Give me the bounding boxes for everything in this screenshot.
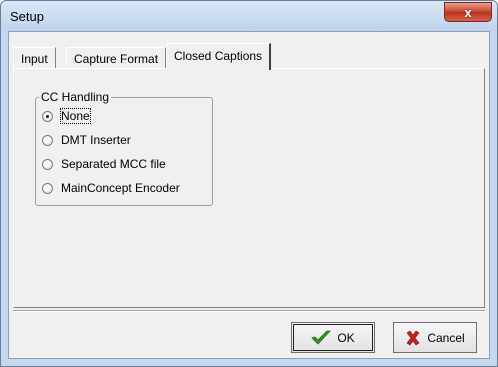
cc-handling-group: CC Handling None DMT Inserter Separated … <box>35 90 213 206</box>
window-title: Setup <box>10 9 44 24</box>
tab-label: Closed Captions <box>174 49 263 63</box>
radio-label: Separated MCC file <box>61 157 166 171</box>
tab-strip: Input Capture Format Closed Captions <box>13 43 483 70</box>
cancel-label: Cancel <box>427 330 465 345</box>
radio-label: None <box>60 108 91 124</box>
cancel-button[interactable]: Cancel <box>393 322 477 353</box>
radio-button-selected[interactable] <box>42 110 53 122</box>
tab-capture-format[interactable]: Capture Format <box>66 47 167 69</box>
tab-closed-captions[interactable]: Closed Captions <box>166 43 272 70</box>
ok-button[interactable]: OK <box>291 322 375 353</box>
radio-mainconcept-encoder[interactable]: MainConcept Encoder <box>42 180 180 196</box>
close-icon: x <box>464 4 472 20</box>
footer-separator <box>13 310 485 312</box>
radio-separated-mcc-file[interactable]: Separated MCC file <box>42 156 166 172</box>
radio-button[interactable] <box>42 158 53 170</box>
red-x-icon <box>406 330 420 345</box>
radio-label: DMT Inserter <box>61 133 131 147</box>
title-bar[interactable]: Setup x <box>1 1 497 31</box>
radio-button[interactable] <box>42 182 53 194</box>
group-title: CC Handling <box>39 90 112 104</box>
dialog-body: Input Capture Format Closed Captions CC … <box>8 31 490 359</box>
tab-input[interactable]: Input <box>13 47 56 69</box>
tab-label: Capture Format <box>74 52 159 66</box>
radio-button[interactable] <box>42 134 53 146</box>
checkmark-icon <box>311 330 332 345</box>
tab-label: Input <box>21 52 48 66</box>
radio-label: MainConcept Encoder <box>61 181 180 195</box>
ok-label: OK <box>337 330 355 345</box>
closed-captions-panel: CC Handling None DMT Inserter Separated … <box>13 68 485 308</box>
close-button[interactable]: x <box>444 2 492 22</box>
setup-dialog: Setup x Input Capture Format Closed Capt… <box>0 0 498 367</box>
radio-dmt-inserter[interactable]: DMT Inserter <box>42 132 131 148</box>
radio-none[interactable]: None <box>42 108 91 124</box>
